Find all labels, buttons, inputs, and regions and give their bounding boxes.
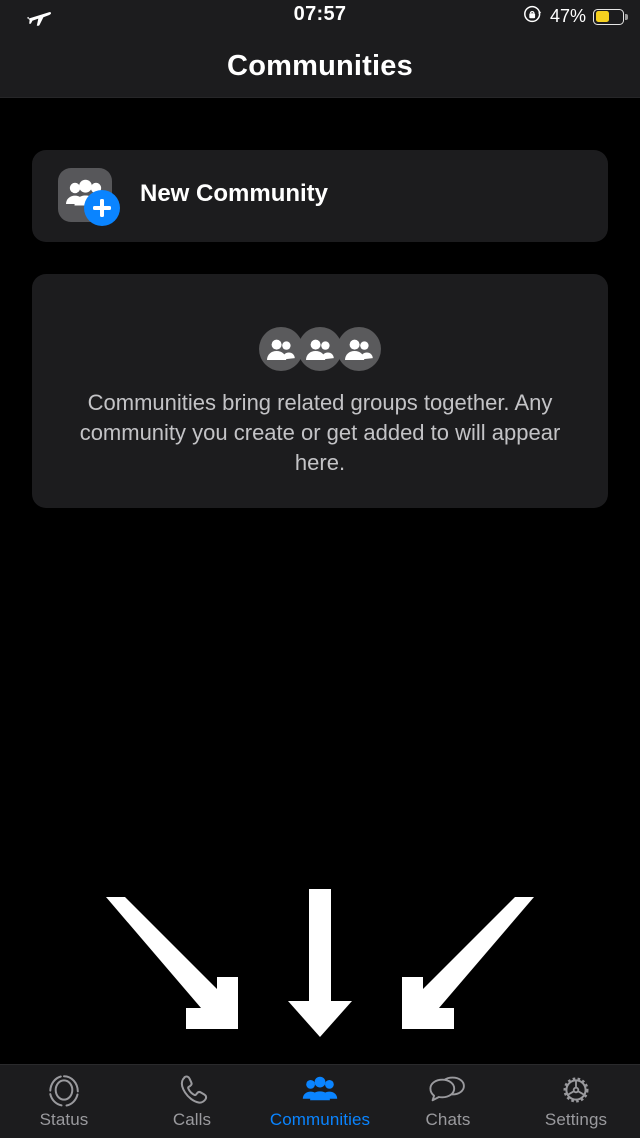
tab-communities[interactable]: Communities: [256, 1065, 384, 1138]
communities-people-icon: [302, 1073, 338, 1107]
plus-icon: [84, 190, 120, 226]
avatar-group: [32, 327, 608, 371]
app-screen: CUABETAINFO CUABETAINFO CUABETAINFO 07:5…: [0, 0, 640, 1138]
empty-state-description: Communities bring related groups togethe…: [79, 390, 561, 475]
avatar: [259, 327, 303, 371]
chat-bubbles-icon: [429, 1073, 467, 1107]
rotation-lock-icon: [523, 4, 543, 29]
new-community-button[interactable]: New Community: [32, 150, 608, 242]
tab-chats[interactable]: Chats: [384, 1065, 512, 1138]
tab-status[interactable]: Status: [0, 1065, 128, 1138]
tab-label: Calls: [172, 1110, 212, 1129]
phone-icon: [175, 1073, 209, 1107]
arrow-down-left-icon: [402, 897, 534, 1029]
tab-label: Status: [39, 1110, 89, 1129]
gear-icon: [559, 1073, 593, 1107]
status-bar: 07:57 47%: [0, 0, 640, 34]
tab-settings[interactable]: Settings: [512, 1065, 640, 1138]
tab-bar: Status Calls Communities Chats Settings: [0, 1064, 640, 1138]
avatar: [298, 327, 342, 371]
avatar: [337, 327, 381, 371]
battery-icon: [593, 8, 628, 25]
status-bar-right-group: 47%: [523, 4, 628, 29]
page-title: Communities: [227, 50, 413, 82]
navigation-header: Communities: [0, 34, 640, 98]
status-ring-icon: [47, 1073, 81, 1107]
arrow-down-icon: [288, 889, 352, 1037]
battery-percent-label: 47%: [549, 6, 586, 26]
tab-calls[interactable]: Calls: [128, 1065, 256, 1138]
new-community-label: New Community: [140, 180, 329, 207]
new-community-row[interactable]: New Community: [32, 150, 608, 242]
tab-label: Chats: [425, 1110, 471, 1129]
new-community-icon-wrap: [58, 168, 120, 226]
communities-empty-state-card: Communities bring related groups togethe…: [32, 274, 608, 508]
tab-label: Communities: [269, 1110, 371, 1129]
arrow-down-right-icon: [106, 897, 238, 1029]
tab-label: Settings: [544, 1110, 608, 1129]
